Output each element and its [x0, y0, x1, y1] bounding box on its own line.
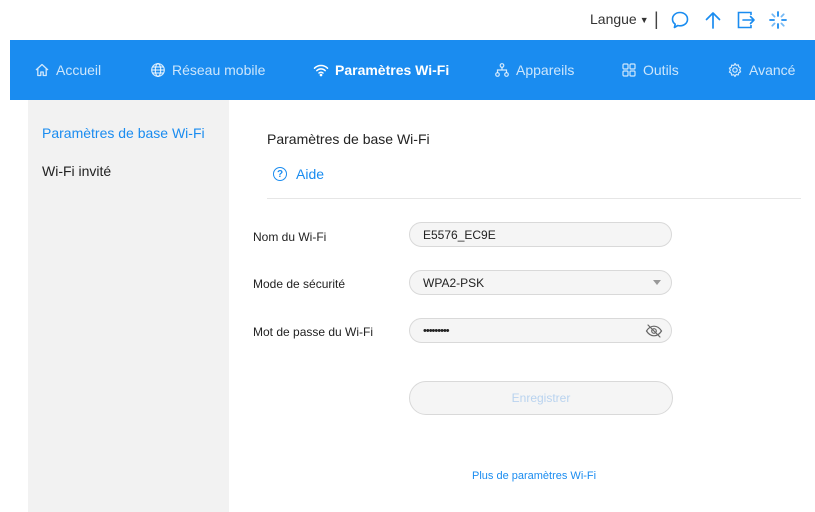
home-icon [34, 62, 50, 78]
divider [267, 198, 801, 199]
ssid-field-wrapper [409, 222, 672, 247]
sidebar-item-guest-wifi[interactable]: Wi-Fi invité [42, 163, 111, 179]
nav-item-reseau-mobile[interactable]: Réseau mobile [150, 40, 265, 100]
page-title: Paramètres de base Wi-Fi [267, 131, 430, 147]
nav-label: Paramètres Wi-Fi [335, 62, 450, 78]
help-link[interactable]: ? Aide [273, 166, 324, 182]
nav-label: Avancé [749, 62, 796, 78]
gear-icon [727, 62, 743, 78]
nav-item-outils[interactable]: Outils [621, 40, 679, 100]
sidebar-item-basic-wifi[interactable]: Paramètres de base Wi-Fi [42, 125, 205, 141]
devices-icon [494, 62, 510, 78]
nav-item-parametres-wifi[interactable]: Paramètres Wi-Fi [313, 40, 449, 100]
caret-down-icon: ▼ [639, 14, 649, 25]
sidebar: Paramètres de base Wi-Fi Wi-Fi invité [28, 100, 229, 512]
loading-spinner-icon [767, 9, 789, 31]
speech-bubble-icon[interactable] [669, 9, 691, 31]
wifi-icon [313, 62, 329, 78]
grid-icon [621, 62, 637, 78]
language-label: Langue [590, 11, 637, 27]
nav-label: Appareils [516, 62, 575, 78]
arrow-up-icon[interactable] [702, 9, 724, 31]
nav-item-accueil[interactable]: Accueil [34, 40, 101, 100]
nav-label: Outils [643, 62, 679, 78]
security-mode-label: Mode de sécurité [253, 277, 346, 291]
security-mode-value: WPA2-PSK [423, 275, 485, 290]
more-wifi-settings-link[interactable]: Plus de paramètres Wi-Fi [472, 470, 596, 482]
main-navbar: Accueil Réseau mobile Paramètres Wi-Fi A… [10, 40, 815, 100]
security-mode-select[interactable]: WPA2-PSK [409, 270, 672, 295]
nav-label: Accueil [56, 62, 102, 78]
password-input[interactable]: ••••••••• [423, 325, 450, 337]
main-content: Paramètres de base Wi-Fi ? Aide Nom du W… [229, 100, 815, 512]
logout-icon[interactable] [735, 9, 757, 31]
eye-off-icon[interactable] [645, 323, 663, 339]
globe-icon [150, 62, 166, 78]
header-separator: | [654, 9, 659, 29]
save-button[interactable]: Enregistrer [409, 381, 673, 415]
help-label: Aide [296, 166, 325, 182]
language-selector[interactable]: Langue ▼ [590, 11, 649, 27]
chevron-down-icon [653, 280, 661, 285]
nav-item-appareils[interactable]: Appareils [494, 40, 574, 100]
ssid-input[interactable] [423, 227, 623, 242]
top-utility-bar: Langue ▼ | [0, 0, 815, 40]
nav-label: Réseau mobile [172, 62, 266, 78]
ssid-label: Nom du Wi-Fi [253, 230, 327, 244]
help-icon: ? [273, 167, 287, 181]
nav-item-avance[interactable]: Avancé [727, 40, 795, 100]
password-label: Mot de passe du Wi-Fi [253, 325, 374, 339]
password-field-wrapper: ••••••••• [409, 318, 672, 343]
